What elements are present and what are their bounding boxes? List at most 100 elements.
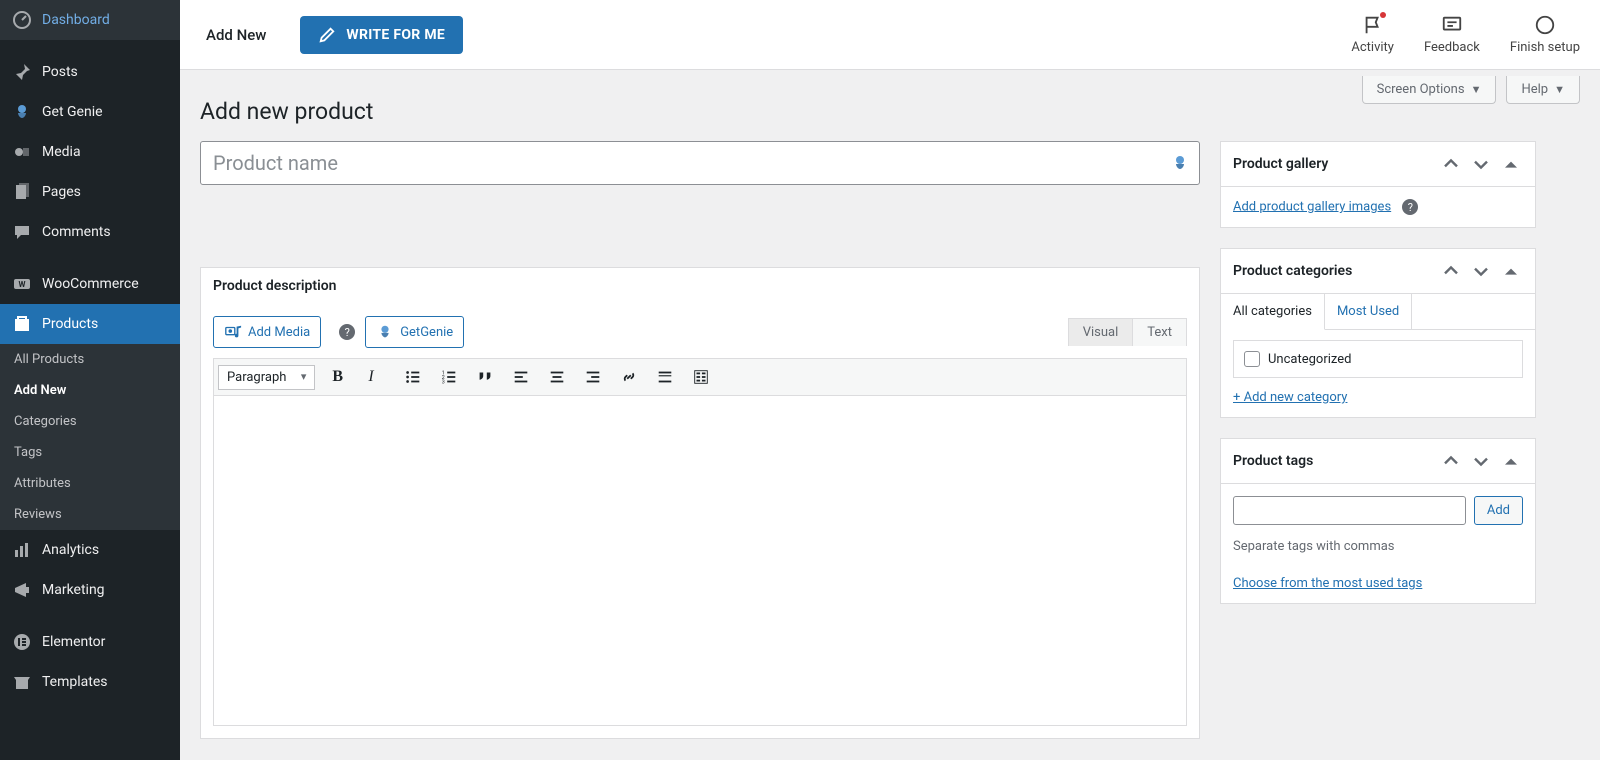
woocommerce-icon: W bbox=[12, 274, 32, 294]
dashboard-icon bbox=[12, 10, 32, 30]
top-action-label: Finish setup bbox=[1510, 40, 1580, 55]
sidebar-item-label: Analytics bbox=[42, 542, 99, 558]
submenu-attributes[interactable]: Attributes bbox=[0, 468, 180, 499]
top-action-label: Feedback bbox=[1424, 40, 1480, 55]
write-button-label: WRITE FOR ME bbox=[346, 27, 445, 43]
submenu-tags[interactable]: Tags bbox=[0, 437, 180, 468]
paragraph-format-select[interactable]: Paragraph bbox=[218, 365, 315, 390]
sidebar-item-elementor[interactable]: Elementor bbox=[0, 622, 180, 662]
pages-icon bbox=[12, 182, 32, 202]
sidebar-item-products[interactable]: Products bbox=[0, 304, 180, 344]
add-new-category-link[interactable]: + Add new category bbox=[1233, 390, 1347, 405]
editor-tab-text[interactable]: Text bbox=[1132, 318, 1187, 346]
align-right-button[interactable] bbox=[577, 363, 609, 391]
bold-button[interactable]: B bbox=[325, 363, 357, 391]
insert-link-button[interactable] bbox=[613, 363, 645, 391]
toggle-toolbar-button[interactable] bbox=[685, 363, 717, 391]
postbox-title: Product description bbox=[213, 278, 1187, 294]
sidebar-item-media[interactable]: Media bbox=[0, 132, 180, 172]
italic-button[interactable]: I bbox=[361, 363, 393, 391]
sidebar-item-label: Dashboard bbox=[42, 12, 110, 28]
editor-content-area[interactable] bbox=[213, 396, 1187, 726]
blockquote-button[interactable] bbox=[469, 363, 501, 391]
help-icon[interactable]: ? bbox=[1402, 199, 1418, 215]
numbered-list-button[interactable]: 123 bbox=[433, 363, 465, 391]
toggle-icon[interactable] bbox=[1499, 259, 1523, 283]
sidebar-item-getgenie[interactable]: Get Genie bbox=[0, 92, 180, 132]
help-button[interactable]: Help▼ bbox=[1506, 76, 1580, 104]
sidebar-item-marketing[interactable]: Marketing bbox=[0, 570, 180, 610]
add-gallery-images-link[interactable]: Add product gallery images bbox=[1233, 199, 1391, 214]
submenu-categories[interactable]: Categories bbox=[0, 406, 180, 437]
screen-options-button[interactable]: Screen Options▼ bbox=[1362, 76, 1497, 104]
content-area: Screen Options▼ Help▼ Add new product Pr… bbox=[180, 70, 1600, 759]
analytics-icon bbox=[12, 540, 32, 560]
add-media-button[interactable]: Add Media bbox=[213, 316, 321, 348]
editor-media-row: Add Media ? GetGenie Visual Text bbox=[201, 304, 1199, 348]
bulleted-list-button[interactable] bbox=[397, 363, 429, 391]
checkbox[interactable] bbox=[1244, 351, 1260, 367]
product-categories-box: Product categories All categories Most U… bbox=[1220, 248, 1536, 418]
sidebar-item-posts[interactable]: Posts bbox=[0, 52, 180, 92]
genie-small-icon bbox=[376, 323, 394, 341]
insert-more-button[interactable] bbox=[649, 363, 681, 391]
move-up-icon[interactable] bbox=[1439, 152, 1463, 176]
category-label: Uncategorized bbox=[1268, 352, 1351, 367]
admin-sidebar: Dashboard Posts Get Genie Media Pages Co… bbox=[0, 0, 180, 760]
top-action-label: Activity bbox=[1351, 40, 1394, 55]
getgenie-button[interactable]: GetGenie bbox=[365, 316, 464, 348]
move-down-icon[interactable] bbox=[1469, 152, 1493, 176]
submenu-reviews[interactable]: Reviews bbox=[0, 499, 180, 530]
move-up-icon[interactable] bbox=[1439, 449, 1463, 473]
activity-button[interactable]: Activity bbox=[1351, 14, 1394, 55]
finish-setup-button[interactable]: Finish setup bbox=[1510, 14, 1580, 55]
sidebar-item-label: Marketing bbox=[42, 582, 105, 598]
align-center-button[interactable] bbox=[541, 363, 573, 391]
help-icon[interactable]: ? bbox=[339, 324, 355, 340]
move-down-icon[interactable] bbox=[1469, 449, 1493, 473]
sidebar-item-woocommerce[interactable]: W WooCommerce bbox=[0, 264, 180, 304]
flag-icon bbox=[1362, 14, 1384, 36]
postbox-title: Product gallery bbox=[1233, 156, 1439, 172]
submenu-add-new[interactable]: Add New bbox=[0, 375, 180, 406]
tab-all-categories[interactable]: All categories bbox=[1221, 294, 1325, 330]
tab-most-used[interactable]: Most Used bbox=[1325, 294, 1412, 329]
category-item[interactable]: Uncategorized bbox=[1244, 351, 1512, 367]
move-down-icon[interactable] bbox=[1469, 259, 1493, 283]
circle-icon bbox=[1534, 14, 1556, 36]
editor-tab-visual[interactable]: Visual bbox=[1068, 318, 1133, 346]
editor-mode-tabs: Visual Text bbox=[1068, 318, 1187, 346]
comments-icon bbox=[12, 222, 32, 242]
sidebar-item-dashboard[interactable]: Dashboard bbox=[0, 0, 180, 40]
product-name-input[interactable] bbox=[200, 141, 1200, 185]
pencil-icon bbox=[318, 26, 336, 44]
editor-format-toolbar: Paragraph B I 123 bbox=[213, 358, 1187, 396]
feedback-button[interactable]: Feedback bbox=[1424, 14, 1480, 55]
sidebar-item-label: WooCommerce bbox=[42, 276, 139, 292]
products-icon bbox=[12, 314, 32, 334]
sidebar-item-label: Media bbox=[42, 144, 81, 160]
toggle-icon[interactable] bbox=[1499, 449, 1523, 473]
tag-input[interactable] bbox=[1233, 496, 1466, 525]
write-for-me-button[interactable]: WRITE FOR ME bbox=[300, 16, 463, 54]
svg-text:3: 3 bbox=[442, 379, 445, 385]
sidebar-item-templates[interactable]: Templates bbox=[0, 662, 180, 702]
marketing-icon bbox=[12, 580, 32, 600]
sidebar-item-label: Comments bbox=[42, 224, 111, 240]
choose-most-used-tags-link[interactable]: Choose from the most used tags bbox=[1233, 576, 1422, 591]
sidebar-item-comments[interactable]: Comments bbox=[0, 212, 180, 252]
add-tag-button[interactable]: Add bbox=[1474, 496, 1523, 525]
align-left-button[interactable] bbox=[505, 363, 537, 391]
media-icon bbox=[12, 142, 32, 162]
sidebar-item-pages[interactable]: Pages bbox=[0, 172, 180, 212]
main-column: Product description Add Media ? GetGenie bbox=[200, 141, 1200, 739]
category-list: Uncategorized bbox=[1233, 340, 1523, 378]
move-up-icon[interactable] bbox=[1439, 259, 1463, 283]
product-description-box: Product description Add Media ? GetGenie bbox=[200, 267, 1200, 739]
sidebar-item-label: Pages bbox=[42, 184, 81, 200]
sidebar-item-analytics[interactable]: Analytics bbox=[0, 530, 180, 570]
submenu-all-products[interactable]: All Products bbox=[0, 344, 180, 375]
toggle-icon[interactable] bbox=[1499, 152, 1523, 176]
elementor-icon bbox=[12, 632, 32, 652]
genie-title-icon[interactable] bbox=[1170, 153, 1190, 173]
